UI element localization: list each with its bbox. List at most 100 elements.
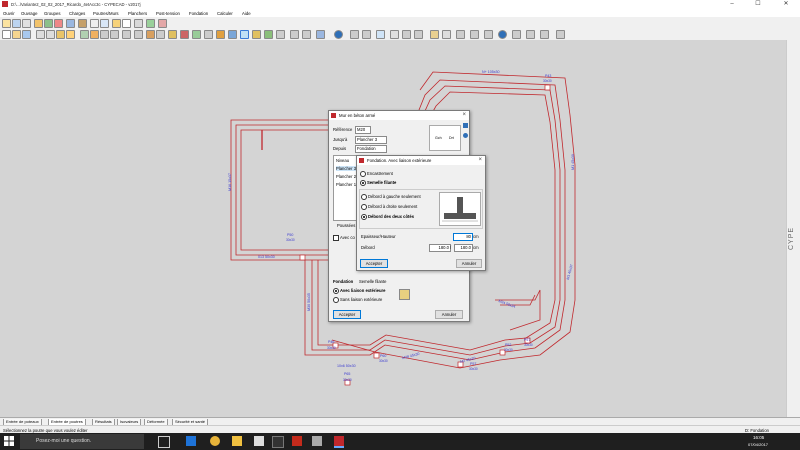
menu-fondation[interactable]: Fondation	[189, 11, 208, 16]
chrome-icon[interactable]	[210, 436, 220, 446]
print-icon[interactable]	[22, 19, 31, 28]
tool-icon[interactable]	[484, 30, 493, 39]
tool-icon[interactable]	[168, 30, 177, 39]
menu-poutres-murs[interactable]: Poutres/Murs	[93, 11, 119, 16]
tool-icon[interactable]	[80, 30, 89, 39]
close-icon[interactable]: ×	[462, 112, 466, 118]
tool-icon[interactable]	[78, 19, 87, 28]
tool-icon[interactable]	[302, 30, 311, 39]
save-icon[interactable]	[12, 19, 21, 28]
table-row[interactable]: Plancher 1	[336, 182, 356, 187]
tool-icon[interactable]	[276, 30, 285, 39]
foundation-edit-icon[interactable]	[399, 289, 410, 300]
tool-icon[interactable]	[158, 19, 167, 28]
tool-icon[interactable]	[470, 30, 479, 39]
tool-icon[interactable]	[430, 30, 439, 39]
tool-icon[interactable]	[456, 30, 465, 39]
tool-icon[interactable]	[290, 30, 299, 39]
debord-gauche-radio[interactable]	[361, 194, 367, 200]
tool-icon[interactable]	[46, 30, 55, 39]
cancel-button[interactable]: Annuler	[456, 259, 482, 268]
tool-icon[interactable]	[228, 30, 237, 39]
tool-icon[interactable]	[390, 30, 399, 39]
encastrement-radio[interactable]	[360, 171, 366, 177]
explorer-icon[interactable]	[232, 436, 242, 446]
menu-post-tension[interactable]: Post-tension	[156, 11, 180, 16]
menu-ouvrir[interactable]: Ouvrir	[3, 11, 15, 16]
debord-left-field[interactable]: 180.0	[429, 244, 451, 252]
tool-icon[interactable]	[376, 30, 385, 39]
tool-icon[interactable]	[44, 19, 53, 28]
tool-icon[interactable]	[350, 30, 359, 39]
tool-icon[interactable]	[122, 30, 131, 39]
sans-liaison-radio[interactable]	[333, 297, 339, 303]
tool-icon[interactable]	[12, 30, 21, 39]
tool-icon[interactable]	[134, 19, 143, 28]
app-icon[interactable]	[312, 436, 322, 446]
cypecad-icon[interactable]	[334, 436, 344, 448]
close-icon[interactable]: ×	[478, 157, 482, 163]
help-icon[interactable]	[463, 123, 468, 128]
tool-icon[interactable]	[134, 30, 143, 39]
tool-icon[interactable]	[264, 30, 273, 39]
tool-icon[interactable]	[100, 19, 109, 28]
task-view-icon[interactable]	[158, 436, 170, 448]
tool-icon[interactable]	[112, 19, 121, 28]
tool-icon[interactable]	[66, 30, 75, 39]
epaisseur-field[interactable]: 80	[453, 233, 473, 241]
tool-icon[interactable]	[66, 19, 75, 28]
windows-start-icon[interactable]	[4, 436, 14, 446]
semelle-radio[interactable]	[360, 180, 366, 186]
menu-charges[interactable]: Charges	[69, 11, 85, 16]
avec-checkbox[interactable]	[333, 235, 339, 241]
tool-icon[interactable]	[54, 19, 63, 28]
tool-icon[interactable]	[34, 19, 43, 28]
menu-calculer[interactable]: Calculer	[217, 11, 233, 16]
tool-icon[interactable]	[110, 30, 119, 39]
open-icon[interactable]	[2, 19, 11, 28]
maximize-button[interactable]: ☐	[748, 0, 768, 9]
debord-right-field[interactable]: 180.0	[454, 244, 473, 252]
store-icon[interactable]	[254, 436, 264, 446]
tool-icon[interactable]	[22, 30, 31, 39]
minimize-button[interactable]: –	[722, 0, 742, 9]
menu-planchers[interactable]: Planchers	[128, 11, 147, 16]
tool-icon[interactable]	[204, 30, 213, 39]
tool-icon[interactable]	[216, 30, 225, 39]
edge-icon[interactable]	[186, 436, 196, 446]
tool-icon[interactable]	[180, 30, 189, 39]
globe-icon[interactable]	[334, 30, 343, 39]
info-icon[interactable]	[498, 30, 507, 39]
tool-icon[interactable]	[122, 19, 131, 28]
tool-icon[interactable]	[414, 30, 423, 39]
tool-icon[interactable]	[252, 30, 261, 39]
debord-deux-radio[interactable]	[361, 214, 367, 220]
tool-icon[interactable]	[100, 30, 109, 39]
tool-icon[interactable]	[512, 30, 521, 39]
tool-icon[interactable]	[316, 30, 325, 39]
tool-icon[interactable]	[442, 30, 451, 39]
menu-groupes[interactable]: Groupes	[44, 11, 60, 16]
acrobat-icon[interactable]	[292, 436, 302, 446]
accept-button[interactable]: Accepter	[360, 259, 388, 268]
tool-icon[interactable]	[556, 30, 565, 39]
tool-icon[interactable]	[2, 30, 11, 39]
cype-side-panel[interactable]: CYPE	[786, 40, 800, 417]
tool-icon[interactable]	[526, 30, 535, 39]
jusqua-select[interactable]: Plancher 3	[355, 136, 387, 144]
tool-icon[interactable]	[90, 30, 99, 39]
tool-icon[interactable]	[56, 30, 65, 39]
tool-icon[interactable]	[146, 30, 155, 39]
tool-icon[interactable]	[540, 30, 549, 39]
accept-button[interactable]: Accepter	[333, 310, 361, 319]
avec-liaison-radio[interactable]	[333, 288, 339, 294]
debord-droite-radio[interactable]	[361, 204, 367, 210]
tool-icon[interactable]	[146, 19, 155, 28]
tool-icon[interactable]	[240, 30, 249, 39]
tool-icon[interactable]	[36, 30, 45, 39]
reference-field[interactable]: M20	[355, 126, 371, 134]
table-row[interactable]: Plancher 2	[336, 174, 356, 179]
tool-icon[interactable]	[402, 30, 411, 39]
tool-icon[interactable]	[362, 30, 371, 39]
menu-ouvrage[interactable]: Ouvrage	[21, 11, 37, 16]
